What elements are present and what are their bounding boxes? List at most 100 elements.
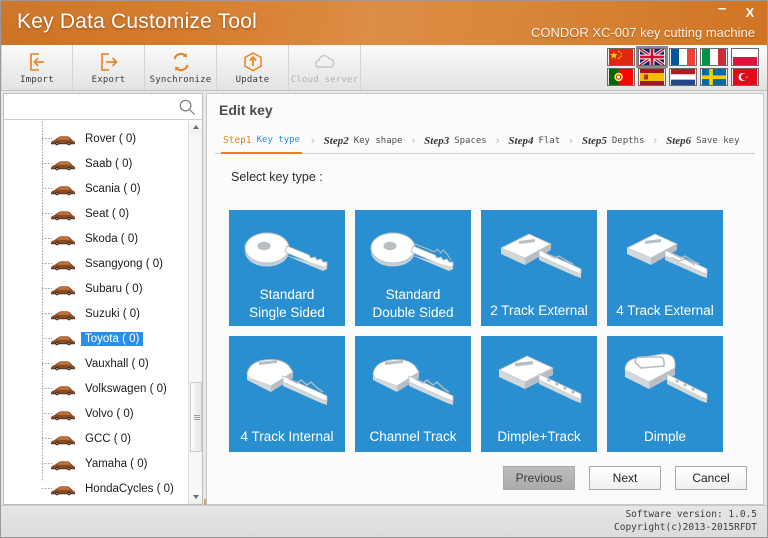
language-flags: [607, 48, 759, 86]
tree-item[interactable]: Volkswagen ( 0): [4, 376, 188, 401]
tree-item[interactable]: Yamaha ( 0): [4, 451, 188, 476]
synchronize-icon: [170, 51, 192, 73]
minimize-button[interactable]: –: [709, 3, 735, 21]
synchronize-button[interactable]: Synchronize: [145, 45, 217, 90]
flag-spain[interactable]: [638, 68, 666, 86]
step-2[interactable]: Step2Key shape: [324, 135, 403, 147]
tree-item-label: Rover ( 0): [81, 132, 140, 146]
flag-united-kingdom[interactable]: [638, 48, 666, 66]
step-text: Flat: [538, 136, 560, 146]
tree-item[interactable]: Ssangyong ( 0): [4, 251, 188, 276]
key-type-card[interactable]: Channel Track: [355, 336, 471, 452]
edit-key-title: Edit key: [219, 102, 273, 118]
tree-item[interactable]: Suzuki ( 0): [4, 301, 188, 326]
tree-item-label: Volkswagen ( 0): [81, 382, 171, 396]
step-number: Step5: [582, 135, 607, 147]
key-type-label-line2: Single Sided: [229, 304, 345, 322]
cancel-button[interactable]: Cancel: [675, 466, 747, 490]
tree-item[interactable]: HondaCycles ( 0): [4, 476, 188, 501]
window-controls: – X: [709, 3, 763, 21]
key-type-card[interactable]: 2 Track External: [481, 210, 597, 326]
tree-item[interactable]: Vauxhall ( 0): [4, 351, 188, 376]
tree-item-label: Ssangyong ( 0): [81, 257, 167, 271]
previous-button[interactable]: Previous: [503, 466, 575, 490]
search-input[interactable]: [8, 97, 174, 117]
key-type-card[interactable]: 4 Track External: [607, 210, 723, 326]
vehicle-tree-panel: Rover ( 0) Saab ( 0)Scania ( 0) Seat ( 0) S…: [3, 93, 203, 505]
car-icon: [50, 458, 76, 470]
key-type-label-line1: Standard: [229, 286, 345, 304]
key-type-label-line1: Channel Track: [355, 428, 471, 446]
import-button[interactable]: Import: [1, 45, 73, 90]
copyright-label: Copyright(c)2013-2015RFDT: [614, 522, 757, 533]
tree-item[interactable]: Seat ( 0): [4, 201, 188, 226]
step-3[interactable]: Step3Spaces: [424, 135, 487, 147]
next-button[interactable]: Next: [589, 466, 661, 490]
flag-poland[interactable]: [731, 48, 759, 66]
flag-turkey[interactable]: [731, 68, 759, 86]
tree-item-label: HondaCycles ( 0): [81, 482, 178, 496]
car-icon: [50, 258, 76, 270]
tree-item[interactable]: Subaru ( 0): [4, 276, 188, 301]
tree-item-label: Toyota ( 0): [81, 332, 143, 346]
step-breadcrumb: Step1Key type › Step2Key shape › Step3Spaces…: [215, 128, 755, 154]
tree-item-label: Vauxhall ( 0): [81, 357, 153, 371]
flag-france[interactable]: [669, 48, 697, 66]
step-1[interactable]: Step1Key type: [221, 128, 302, 154]
car-icon: [50, 408, 76, 420]
key-type-label-line1: Standard: [355, 286, 471, 304]
search-icon[interactable]: [178, 98, 196, 116]
flag-sweden[interactable]: [700, 68, 728, 86]
step-5[interactable]: Step5Depths: [582, 135, 645, 147]
chevron-up-icon: [193, 125, 199, 129]
key-round-double-icon: [355, 218, 471, 288]
car-icon: [50, 158, 76, 170]
software-version-label: Software version: 1.0.5: [625, 509, 757, 520]
close-button[interactable]: X: [737, 3, 763, 21]
scrollbar-thumb[interactable]: [190, 382, 202, 452]
key-track-2-ext-icon: [481, 218, 597, 288]
step-4[interactable]: Step4Flat: [508, 135, 560, 147]
car-icon: [50, 208, 76, 220]
tree-item[interactable]: Scania ( 0): [4, 176, 188, 201]
page-title: Key Data Customize Tool: [17, 10, 257, 34]
tree-item-label: Seat ( 0): [81, 207, 133, 221]
update-button[interactable]: Update: [217, 45, 289, 90]
vehicle-tree: Rover ( 0) Saab ( 0)Scania ( 0) Seat ( 0) S…: [4, 120, 188, 504]
wizard-actions: Previous Next Cancel: [503, 466, 747, 490]
export-button[interactable]: Export: [73, 45, 145, 90]
scroll-down-button[interactable]: [189, 490, 202, 504]
key-type-card[interactable]: StandardSingle Sided: [229, 210, 345, 326]
tree-item[interactable]: Skoda ( 0): [4, 226, 188, 251]
tree-item[interactable]: Rover ( 0): [4, 126, 188, 151]
tree-item[interactable]: Toyota ( 0): [4, 326, 188, 351]
flag-netherlands[interactable]: [669, 68, 697, 86]
chevron-down-icon: [193, 495, 199, 499]
tree-scrollbar[interactable]: [188, 120, 202, 504]
key-type-card[interactable]: Dimple: [607, 336, 723, 452]
tree-item[interactable]: GCC ( 0): [4, 426, 188, 451]
export-icon: [98, 51, 120, 73]
machine-name-label: CONDOR XC-007 key cutting machine: [531, 25, 755, 40]
export-label: Export: [92, 75, 126, 85]
cloud-server-button[interactable]: Cloud server: [289, 45, 361, 90]
tree-item[interactable]: Saab ( 0): [4, 151, 188, 176]
flag-china[interactable]: [607, 48, 635, 66]
import-icon: [26, 51, 48, 73]
key-dimple-icon: [607, 344, 723, 414]
key-type-card[interactable]: StandardDouble Sided: [355, 210, 471, 326]
step-separator: ›: [569, 135, 573, 147]
flag-italy[interactable]: [700, 48, 728, 66]
car-icon: [50, 383, 76, 395]
key-type-card[interactable]: Dimple+Track: [481, 336, 597, 452]
key-type-label-line2: Double Sided: [355, 304, 471, 322]
scroll-up-button[interactable]: [189, 120, 202, 134]
key-type-card[interactable]: 4 Track Internal: [229, 336, 345, 452]
flag-portugal[interactable]: [607, 68, 635, 86]
title-bar: Key Data Customize Tool CONDOR XC-007 ke…: [1, 1, 767, 45]
application-window: Key Data Customize Tool CONDOR XC-007 ke…: [0, 0, 768, 538]
tree-item[interactable]: Volvo ( 0): [4, 401, 188, 426]
status-bar: Software version: 1.0.5 Copyright(c)2013…: [1, 505, 767, 537]
step-6[interactable]: Step6Save key: [666, 135, 739, 147]
step-separator: ›: [411, 135, 415, 147]
